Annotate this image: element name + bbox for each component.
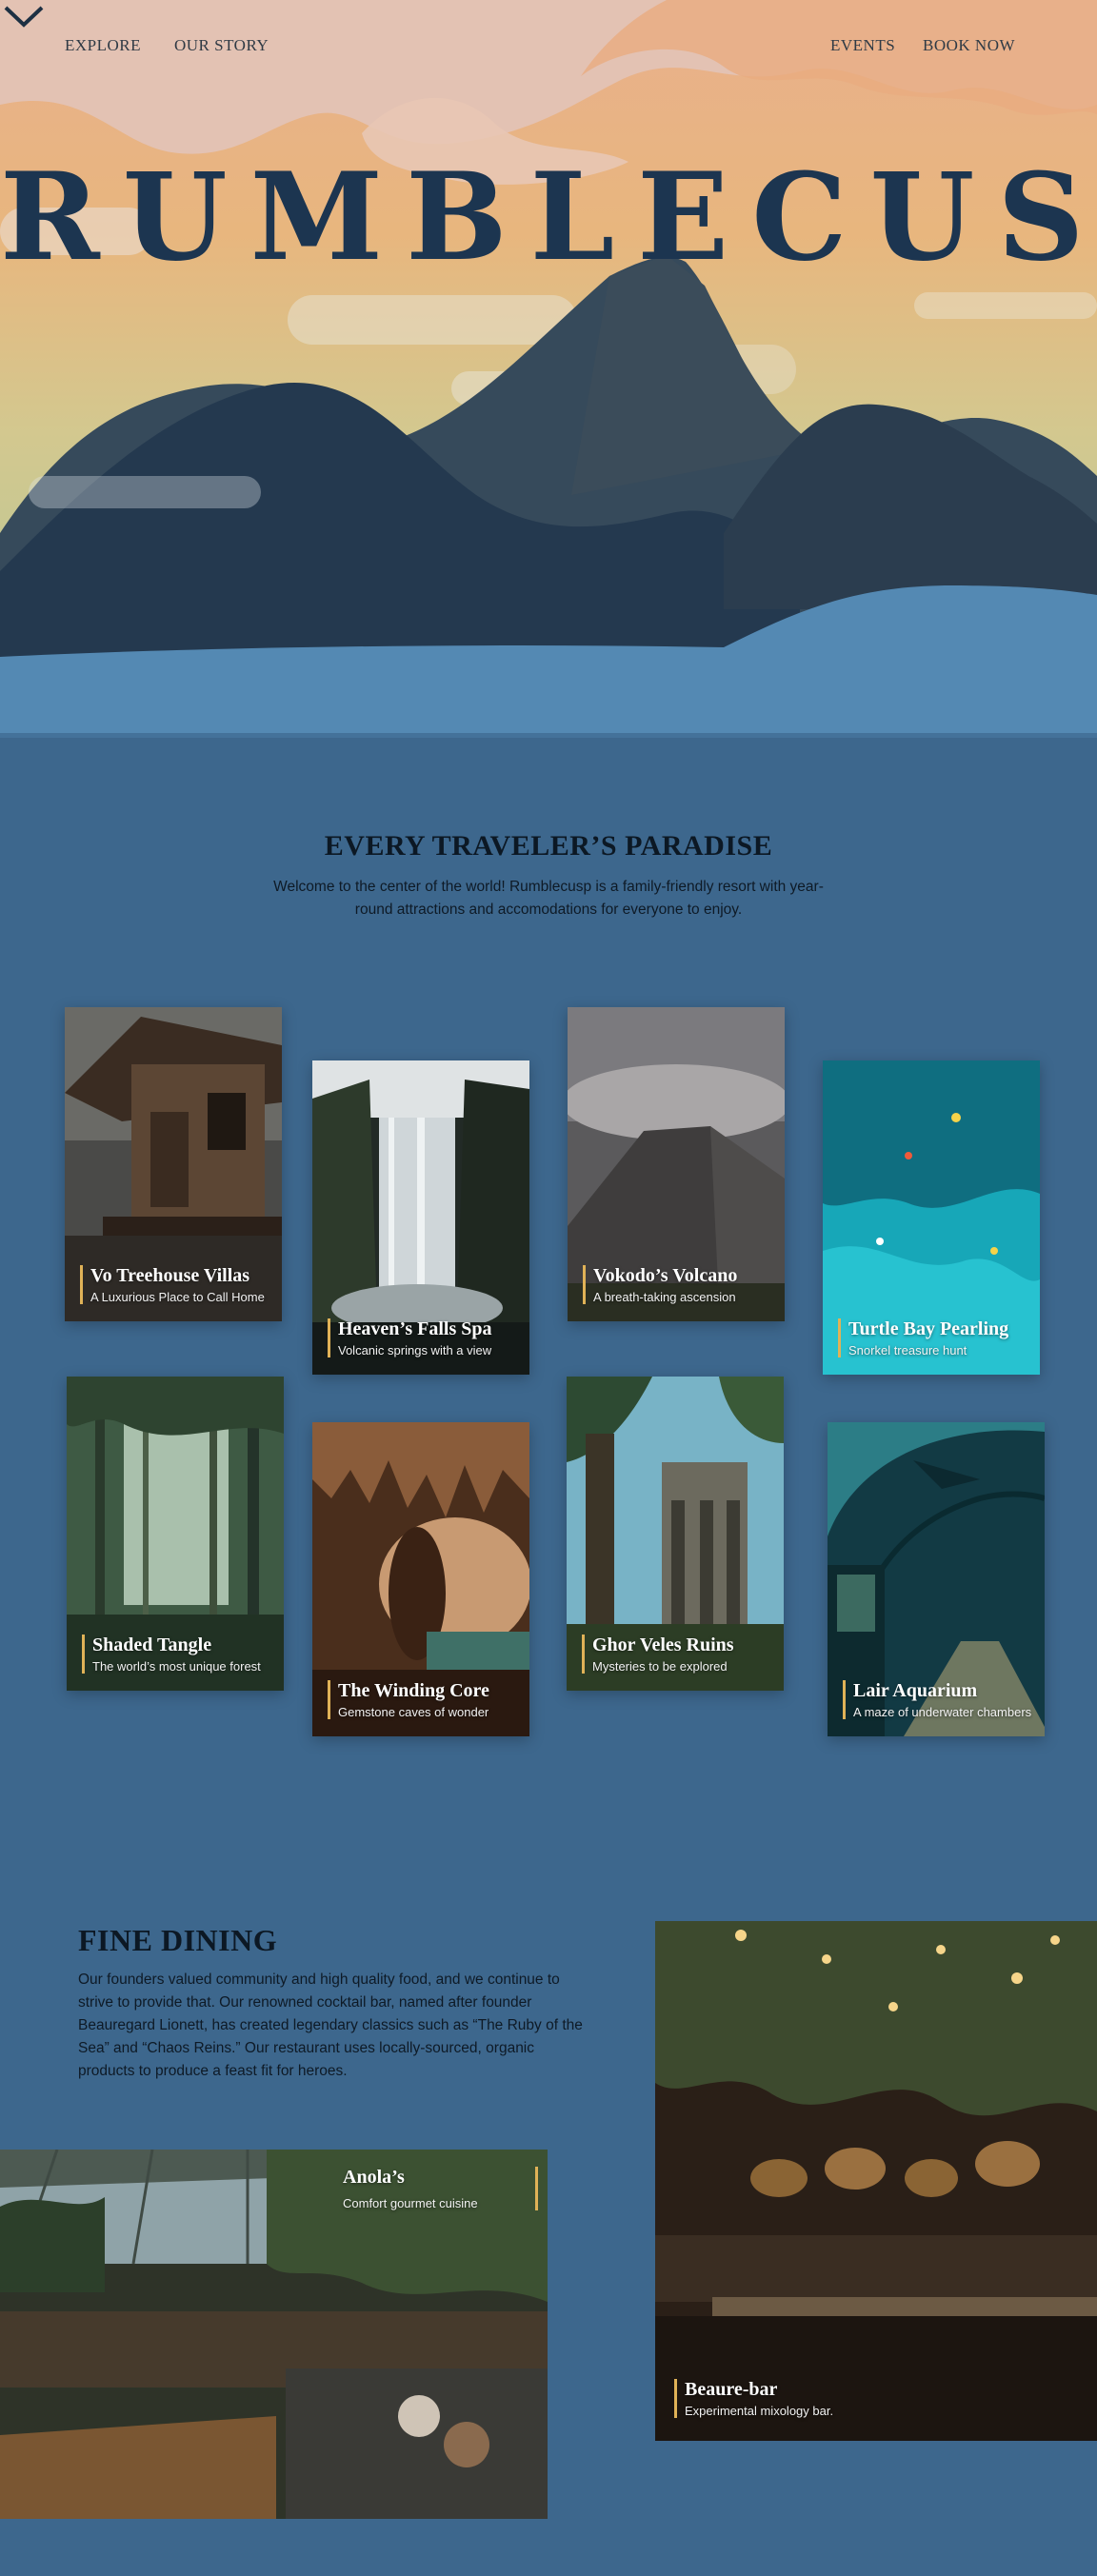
card-subtitle: Mysteries to be explored [592,1659,728,1674]
attraction-card-ruins[interactable]: Ghor Veles Ruins Mysteries to be explore… [567,1377,784,1691]
nav-events-link[interactable]: EVENTS [830,36,895,55]
venue-caption: Beaure-bar Experimental mixology bar. [674,2379,1089,2418]
card-title: Vo Treehouse Villas [90,1265,250,1286]
card-title: Ghor Veles Ruins [592,1635,734,1655]
card-title: Lair Aquarium [853,1680,978,1701]
hero-banner: EXPLORE OUR STORY EVENTS BOOK NOW RUMBLE… [0,0,1097,738]
brand-title: RUMBLECUSP [0,147,1097,287]
hero-landscape-illustration [0,0,1097,738]
dining-section-title: FINE DINING [78,1923,278,1957]
card-caption: The Winding Core Gemstone caves of wonde… [328,1680,522,1719]
card-caption: Turtle Bay Pearling Snorkel treasure hun… [838,1318,1032,1357]
paradise-section-title: EVERY TRAVELER’S PARADISE [324,830,773,862]
nav-our-story-link[interactable]: OUR STORY [174,36,269,55]
attraction-card-caves[interactable]: The Winding Core Gemstone caves of wonde… [312,1422,529,1736]
chevron-down-icon[interactable] [0,0,48,32]
venue-caption: Anola’s Comfort gourmet cuisine [343,2167,538,2210]
card-title: Vokodo’s Volcano [593,1265,738,1286]
attraction-card-falls[interactable]: Heaven’s Falls Spa Volcanic springs with… [312,1060,529,1375]
card-subtitle: A maze of underwater chambers [853,1705,1032,1719]
venue-card-anolas[interactable]: Anola’s Comfort gourmet cuisine [0,2150,548,2519]
card-subtitle: Volcanic springs with a view [338,1343,492,1357]
card-subtitle: Snorkel treasure hunt [848,1343,967,1357]
card-caption: Vo Treehouse Villas A Luxurious Place to… [80,1265,274,1304]
card-caption: Lair Aquarium A maze of underwater chamb… [843,1680,1037,1719]
venue-title: Beaure-bar [685,2379,778,2400]
venue-title: Anola’s [343,2167,405,2188]
attraction-card-volcano[interactable]: Vokodo’s Volcano A breath-taking ascensi… [568,1007,785,1321]
card-subtitle: A breath-taking ascension [593,1290,736,1304]
paradise-intro-text: Welcome to the center of the world! Rumb… [273,879,824,918]
attraction-card-treehouse[interactable]: Vo Treehouse Villas A Luxurious Place to… [65,1007,282,1321]
attraction-card-aquarium[interactable]: Lair Aquarium A maze of underwater chamb… [828,1422,1045,1736]
attraction-card-forest[interactable]: Shaded Tangle The world’s most unique fo… [67,1377,284,1691]
card-subtitle: Gemstone caves of wonder [338,1705,489,1719]
dining-description: Our founders valued community and high q… [78,1972,583,2079]
card-title: The Winding Core [338,1680,489,1701]
card-caption: Shaded Tangle The world’s most unique fo… [82,1635,276,1674]
card-title: Heaven’s Falls Spa [338,1318,492,1339]
venue-subtitle: Comfort gourmet cuisine [343,2196,478,2210]
card-caption: Heaven’s Falls Spa Volcanic springs with… [328,1318,522,1357]
card-caption: Vokodo’s Volcano A breath-taking ascensi… [583,1265,777,1304]
card-subtitle: A Luxurious Place to Call Home [90,1290,265,1304]
card-subtitle: The world’s most unique forest [92,1659,261,1674]
attraction-card-turtle-bay[interactable]: Turtle Bay Pearling Snorkel treasure hun… [823,1060,1040,1375]
venue-card-beaure-bar[interactable]: Beaure-bar Experimental mixology bar. [655,1921,1097,2441]
venue-subtitle: Experimental mixology bar. [685,2404,834,2418]
card-title: Turtle Bay Pearling [848,1318,1009,1339]
cocktail-bar-photo [655,1921,1097,2441]
nav-explore-link[interactable]: EXPLORE [65,36,141,55]
nav-book-now-link[interactable]: BOOK NOW [923,36,1015,55]
card-caption: Ghor Veles Ruins Mysteries to be explore… [582,1635,776,1674]
card-title: Shaded Tangle [92,1635,212,1655]
